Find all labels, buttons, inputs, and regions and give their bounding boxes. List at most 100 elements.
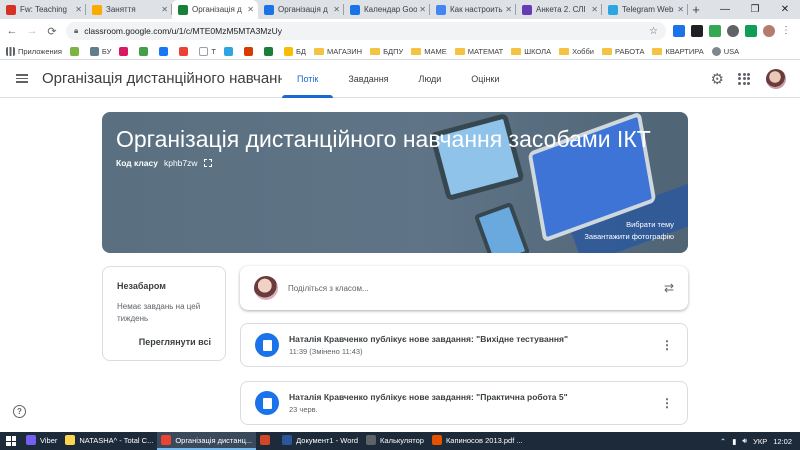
extension-icon[interactable] — [727, 25, 739, 37]
language-indicator[interactable]: УКР — [753, 437, 767, 446]
tab-people[interactable]: Люди — [404, 60, 457, 98]
extension-icon[interactable] — [709, 25, 721, 37]
browser-tab-strip: Fw: Teaching ✕ Заняття ✕ Організація д ✕ Орган… — [0, 0, 800, 19]
bookmark-item[interactable]: КВАРТИРА — [652, 47, 704, 56]
browser-tab[interactable]: Календар Goo ✕ — [344, 0, 430, 19]
settings-gear-icon[interactable]: ⚙ — [711, 70, 724, 88]
bookmark-item[interactable]: РАБОТА — [601, 46, 645, 56]
bookmark-item[interactable] — [159, 46, 171, 56]
app-icon — [366, 435, 377, 445]
taskbar-item[interactable]: Організація дистанц... — [157, 432, 257, 450]
close-tab-icon[interactable]: ✕ — [677, 5, 684, 14]
close-window-icon[interactable]: ✕ — [770, 0, 800, 19]
bookmark-item[interactable] — [264, 46, 276, 56]
browser-tab[interactable]: Fw: Teaching ✕ — [0, 0, 86, 19]
windows-start-icon[interactable] — [0, 432, 22, 450]
taskbar-item-label: Viber — [40, 435, 58, 445]
tab-stream[interactable]: Потік — [282, 60, 334, 98]
tab-favicon-icon — [264, 4, 274, 15]
stream-post[interactable]: Наталія Кравченко публікує нове завдання… — [240, 381, 688, 425]
browser-tab[interactable]: Telegram Web ✕ — [602, 0, 688, 19]
taskbar-item[interactable]: Viber — [22, 432, 61, 450]
stream-post[interactable]: Наталія Кравченко публікує нове завдання… — [240, 323, 688, 367]
close-tab-icon[interactable]: ✕ — [591, 5, 598, 14]
address-bar-row: ← → ⟳ 🔒︎ classroom.google.com/u/1/c/MTE0… — [0, 19, 800, 43]
bookmark-item[interactable]: БД — [284, 46, 306, 56]
minimize-icon[interactable]: — — [710, 0, 740, 19]
help-icon[interactable]: ? — [13, 405, 26, 418]
extension-icon[interactable] — [691, 25, 703, 37]
banner-illustration — [473, 201, 531, 253]
bookmark-item[interactable] — [119, 46, 131, 56]
clock[interactable]: 12:02 — [773, 437, 792, 446]
taskbar-item[interactable]: Документ1 - Word — [278, 432, 362, 450]
browser-tab[interactable]: Організація д ✕ — [258, 0, 344, 19]
browser-menu-icon[interactable]: ⋮ — [781, 25, 791, 37]
taskbar-item[interactable]: NATASHA^ - Total C... — [61, 432, 157, 450]
bookmark-item[interactable]: МАГАЗИН — [314, 47, 362, 56]
back-icon[interactable]: ← — [4, 25, 20, 37]
bookmark-item[interactable]: МАТЕМАТ — [454, 47, 503, 56]
tab-classwork[interactable]: Завдання — [333, 60, 403, 98]
tab-favicon-icon — [608, 4, 618, 15]
close-tab-icon[interactable]: ✕ — [419, 5, 426, 14]
network-icon[interactable]: ▮ — [732, 437, 736, 446]
upload-photo-link[interactable]: Завантажити фотографію — [584, 231, 674, 243]
globe-icon — [711, 46, 721, 56]
more-options-icon[interactable]: ⋮ — [661, 396, 673, 410]
close-tab-icon[interactable]: ✕ — [75, 5, 82, 14]
bookmark-item[interactable] — [224, 46, 236, 56]
browser-tab[interactable]: Організація д ✕ — [172, 0, 258, 19]
maximize-icon[interactable]: ❐ — [740, 0, 770, 19]
browser-tab[interactable]: Заняття ✕ — [86, 0, 172, 19]
bookmark-item[interactable]: БУ — [89, 46, 111, 56]
tab-grades[interactable]: Оцінки — [456, 60, 514, 98]
repost-icon[interactable]: ⇄ — [664, 281, 674, 295]
share-box[interactable]: Поділіться з класом... ⇄ — [240, 266, 688, 310]
bookmark-item[interactable]: Т — [199, 46, 216, 56]
reload-icon[interactable]: ⟳ — [44, 25, 60, 38]
bookmark-item[interactable]: Хобби — [559, 47, 594, 56]
more-options-icon[interactable]: ⋮ — [661, 338, 673, 352]
taskbar-item[interactable] — [256, 432, 278, 450]
browser-tab[interactable]: Анкета 2. СЛІ ✕ — [516, 0, 602, 19]
url-input[interactable]: 🔒︎ classroom.google.com/u/1/c/MTE0MzM5MT… — [66, 22, 666, 40]
tab-title: Календар Goo — [364, 5, 418, 14]
bookmark-item[interactable]: БДПУ — [370, 47, 403, 56]
tray-arrow-icon[interactable]: ⌃ — [720, 437, 726, 446]
bookmark-star-icon[interactable]: ☆ — [649, 26, 658, 37]
taskbar-item[interactable]: Калькулятор — [362, 432, 428, 450]
tab-title: Заняття — [106, 5, 136, 14]
new-tab-icon[interactable]: + — [688, 0, 704, 19]
bookmark-item[interactable] — [244, 46, 256, 56]
bookmark-label: БДПУ — [383, 46, 404, 56]
close-tab-icon[interactable]: ✕ — [333, 5, 340, 14]
bookmark-item[interactable] — [69, 46, 82, 56]
bookmark-item[interactable] — [179, 46, 191, 56]
hamburger-menu-icon[interactable] — [16, 74, 28, 83]
browser-tab[interactable]: Как настроить ✕ — [430, 0, 516, 19]
forward-icon[interactable]: → — [24, 25, 40, 37]
account-avatar[interactable] — [766, 68, 786, 89]
share-placeholder[interactable]: Поділіться з класом... — [288, 284, 664, 293]
bookmark-label: РАБОТА — [614, 46, 645, 56]
bookmark-item[interactable] — [139, 46, 151, 56]
fullscreen-icon[interactable] — [203, 159, 212, 167]
extension-icon[interactable] — [745, 25, 757, 37]
extension-icon[interactable] — [673, 25, 685, 37]
close-tab-icon[interactable]: ✕ — [161, 5, 168, 14]
google-apps-icon[interactable] — [738, 72, 750, 85]
profile-avatar[interactable] — [763, 25, 775, 37]
view-all-link[interactable]: Переглянути всі — [117, 337, 211, 347]
folder-icon — [454, 47, 465, 55]
select-theme-link[interactable]: Вибрати тему — [584, 219, 674, 231]
bookmark-item[interactable]: ШКОЛА — [511, 47, 551, 56]
close-tab-icon[interactable]: ✕ — [247, 5, 254, 14]
bookmark-item[interactable]: USA — [711, 46, 739, 56]
bookmark-item[interactable]: Приложения — [6, 46, 62, 56]
close-tab-icon[interactable]: ✕ — [505, 5, 512, 14]
bookmark-item[interactable]: МАМЕ — [411, 47, 447, 56]
volume-icon[interactable]: 🔊︎ — [742, 436, 747, 446]
folder-icon — [601, 47, 612, 55]
taskbar-item[interactable]: Капиносов 2013.pdf ... — [428, 432, 527, 450]
